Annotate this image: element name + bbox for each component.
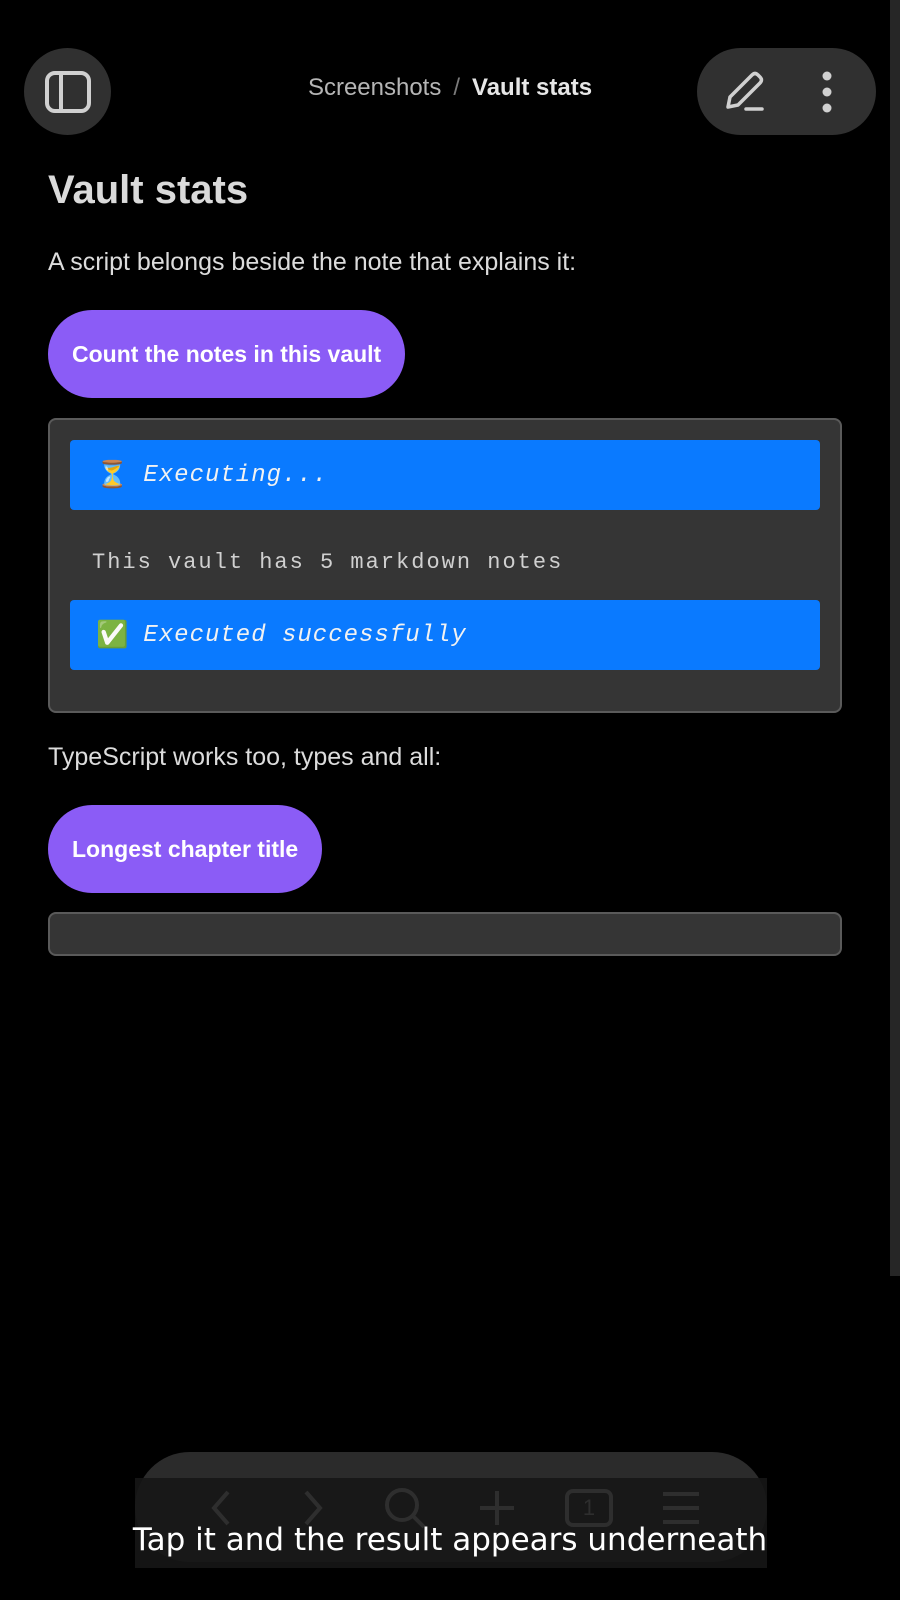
edit-button[interactable] <box>717 66 769 118</box>
check-mark-icon: ✅ <box>96 620 130 651</box>
breadcrumb-parent[interactable]: Screenshots <box>308 74 441 102</box>
success-text: Executed successfully <box>143 621 467 649</box>
breadcrumb-separator: / <box>453 74 461 101</box>
success-banner: ✅ Executed successfully <box>70 600 820 670</box>
typescript-paragraph: TypeScript works too, types and all: <box>48 743 442 771</box>
pencil-icon <box>726 71 764 111</box>
output-result-line: This vault has 5 markdown notes <box>92 550 564 575</box>
intro-paragraph: A script belongs beside the note that ex… <box>48 248 577 276</box>
vertical-ellipsis-icon <box>822 71 832 112</box>
caption: Tap it and the result appears underneath <box>132 1522 768 1558</box>
breadcrumb-current[interactable]: Vault stats <box>472 74 592 102</box>
hourglass-icon: ⏳ <box>96 460 130 491</box>
longest-chapter-button[interactable]: Longest chapter title <box>48 805 323 893</box>
header-actions <box>697 48 876 135</box>
count-notes-button[interactable]: Count the notes in this vault <box>48 310 406 398</box>
page-title: Vault stats <box>48 168 249 212</box>
scrollbar[interactable] <box>890 0 900 1276</box>
executing-text: Executing... <box>143 461 329 489</box>
app-screen: Screenshots / Vault stats Vault stats A … <box>0 0 900 1600</box>
more-options-button[interactable] <box>807 66 847 118</box>
script-output-panel-empty <box>48 912 842 956</box>
script-output-panel: ⏳ Executing... This vault has 5 markdown… <box>48 418 842 713</box>
executing-banner: ⏳ Executing... <box>70 440 820 510</box>
